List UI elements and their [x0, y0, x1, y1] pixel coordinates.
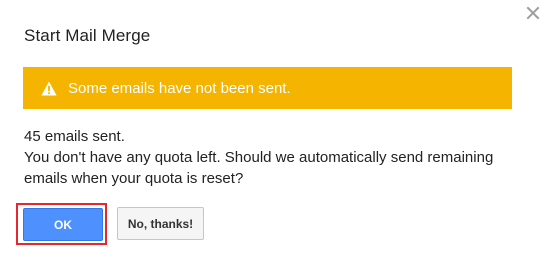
sent-count-text: 45 emails sent. — [24, 128, 125, 145]
dialog-message: 45 emails sent. You don't have any quota… — [24, 126, 524, 189]
dialog-title: Start Mail Merge — [24, 26, 151, 45]
quota-question-text-line2: emails when your quota is reset? — [24, 170, 244, 187]
no-thanks-button[interactable]: No, thanks! — [117, 207, 204, 240]
mail-merge-dialog: Start Mail Merge Some emails have not be… — [0, 0, 550, 258]
warning-alert-banner: Some emails have not been sent. — [23, 67, 512, 109]
alert-message: Some emails have not been sent. — [68, 79, 291, 97]
quota-question-text-line1: You don't have any quota left. Should we… — [24, 149, 494, 166]
close-icon[interactable] — [526, 6, 540, 20]
warning-icon — [41, 81, 57, 96]
ok-button[interactable]: OK — [23, 208, 103, 241]
